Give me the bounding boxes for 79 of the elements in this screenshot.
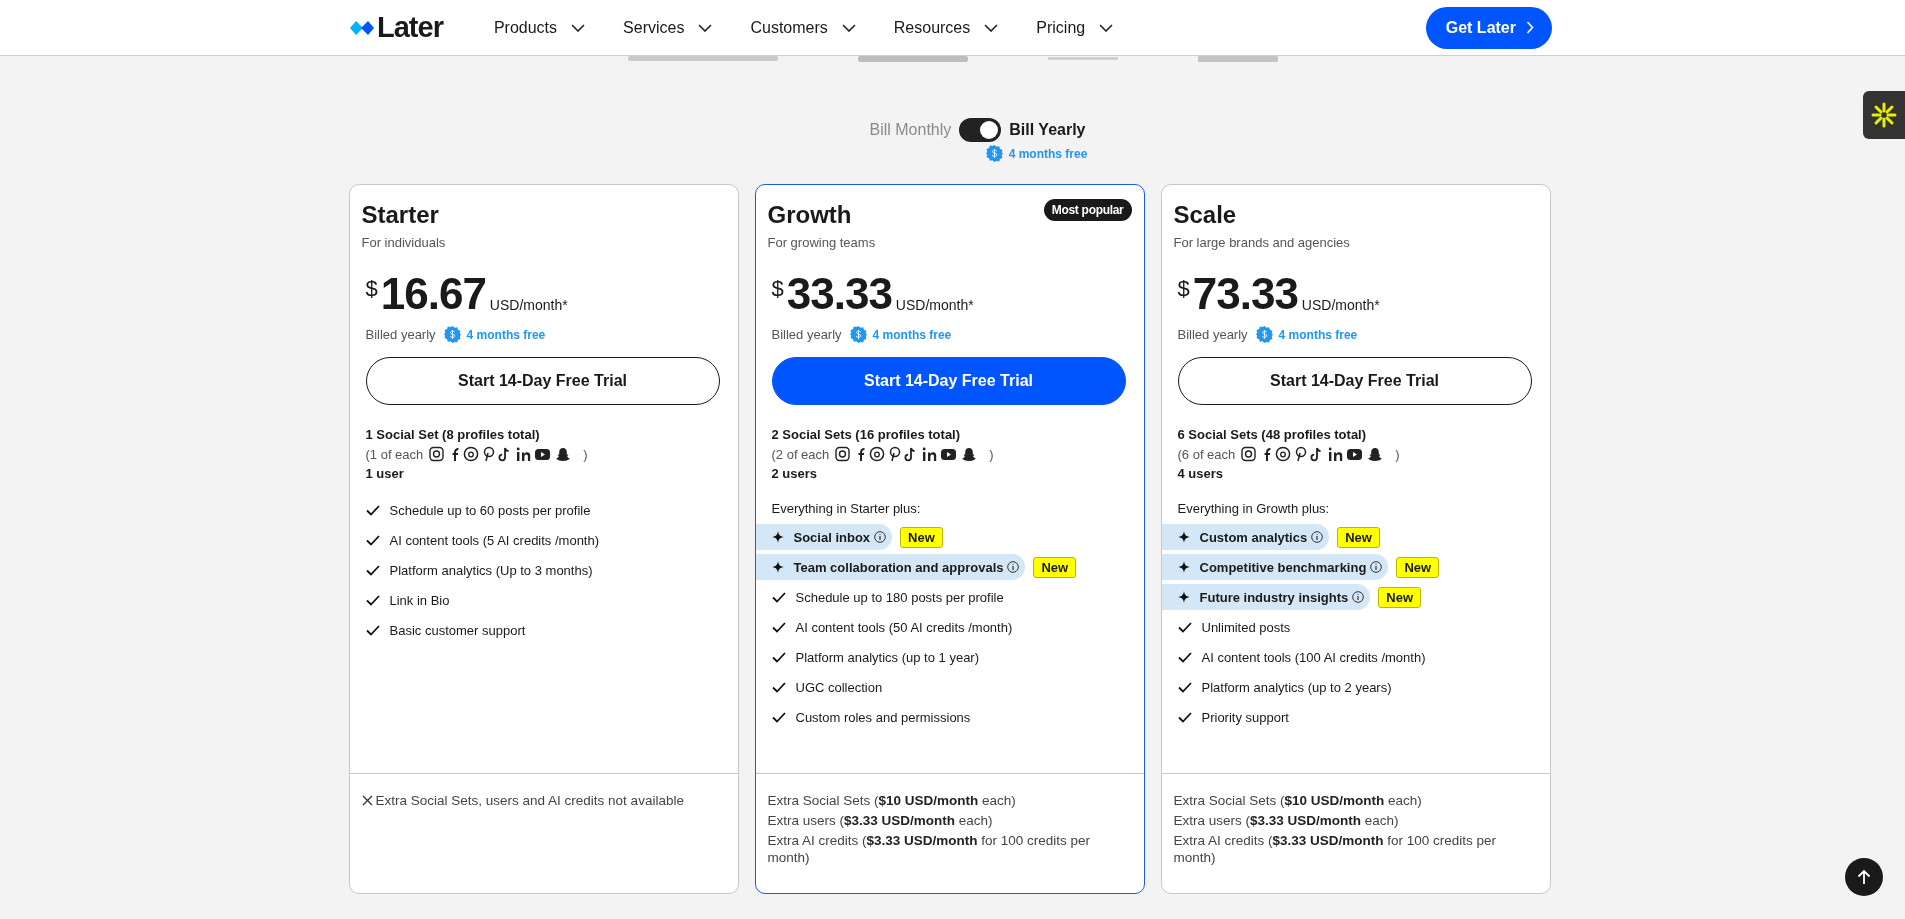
price-unit: USD/month* bbox=[489, 297, 568, 313]
feature-text: Platform analytics (up to 2 years) bbox=[1201, 679, 1392, 695]
extras-text: Extra Social Sets ($10 USD/month each) bbox=[1173, 792, 1423, 809]
feature-text: Social inbox bbox=[793, 529, 871, 545]
users-text: 1 user bbox=[365, 466, 405, 481]
promo-text: 4 months free bbox=[1278, 327, 1358, 342]
promo-text: 4 months free bbox=[466, 327, 546, 342]
currency-symbol: $ bbox=[365, 276, 378, 302]
nav-menu-item[interactable]: Products bbox=[474, 18, 605, 37]
plan-name: Starter bbox=[361, 201, 439, 229]
currency-symbol: $ bbox=[1177, 276, 1190, 302]
price-unit: USD/month* bbox=[1301, 297, 1380, 313]
feature-text: Unlimited posts bbox=[1201, 619, 1291, 635]
price-amount: 16.67 bbox=[380, 274, 486, 314]
feature-text: Platform analytics (up to 1 year) bbox=[795, 649, 980, 665]
nav-menu-item[interactable]: Customers bbox=[731, 18, 875, 37]
extras-text: Extra AI credits ($3.33 USD/month for 100 credits per month) bbox=[767, 832, 1092, 866]
extras-text: Extra Social Sets, users and AI credits not available bbox=[375, 792, 684, 809]
feature-text: Custom roles and permissions bbox=[795, 709, 971, 725]
social-sets-text: 2 Social Sets (16 profiles total) bbox=[771, 427, 962, 442]
networks-note: (6 of each bbox=[1177, 446, 1236, 462]
free-trial-button[interactable]: Start 14-Day Free Trial bbox=[771, 357, 1126, 405]
promo-text: 4 months free bbox=[1008, 146, 1088, 161]
feature-text: Schedule up to 180 posts per profile bbox=[795, 589, 1004, 605]
nav-menu-item[interactable]: Resources bbox=[874, 18, 1018, 37]
features-intro: Everything in Growth plus: bbox=[1177, 501, 1331, 516]
feature-text: Future industry insights bbox=[1199, 589, 1349, 605]
networks-note: (2 of each bbox=[771, 446, 830, 462]
get-later-button[interactable]: Get Later bbox=[1425, 6, 1552, 49]
nav-menu-item[interactable]: Pricing bbox=[1017, 18, 1133, 37]
plan-subtitle: For large brands and agencies bbox=[1173, 235, 1351, 250]
networks-close: ) bbox=[989, 446, 994, 462]
users-text: 2 users bbox=[771, 466, 819, 481]
social-sets-text: 1 Social Set (8 profiles total) bbox=[365, 427, 541, 442]
feature-text: AI content tools (5 AI credits /month) bbox=[389, 532, 600, 548]
currency-symbol: $ bbox=[771, 276, 784, 302]
feature-text: Team collaboration and approvals bbox=[793, 559, 1004, 575]
billing-note: Billed yearly bbox=[365, 327, 436, 342]
feature-text: Custom analytics bbox=[1199, 529, 1308, 545]
logo-text[interactable]: Later bbox=[377, 11, 443, 44]
networks-close: ) bbox=[583, 446, 588, 462]
plan-subtitle: For individuals bbox=[361, 235, 447, 250]
plan-name: Scale bbox=[1173, 201, 1237, 229]
extras-text: Extra Social Sets ($10 USD/month each) bbox=[767, 792, 1017, 809]
new-badge: New bbox=[1033, 556, 1077, 578]
plan-name: Growth bbox=[767, 201, 852, 229]
billing-note: Billed yearly bbox=[771, 327, 842, 342]
feature-text: Schedule up to 60 posts per profile bbox=[389, 502, 591, 518]
free-trial-button[interactable]: Start 14-Day Free Trial bbox=[365, 357, 720, 405]
feature-text: Competitive benchmarking bbox=[1199, 559, 1367, 575]
feature-text: UGC collection bbox=[795, 679, 883, 695]
users-text: 4 users bbox=[1177, 466, 1225, 481]
new-badge: New bbox=[1378, 586, 1422, 608]
price-amount: 73.33 bbox=[1192, 274, 1298, 314]
extras-text: Extra AI credits ($3.33 USD/month for 100 credits per month) bbox=[1173, 832, 1498, 866]
new-badge: New bbox=[1337, 526, 1380, 548]
feature-text: AI content tools (50 AI credits /month) bbox=[795, 619, 1013, 635]
new-badge: New bbox=[900, 526, 943, 548]
price-amount: 33.33 bbox=[786, 274, 892, 314]
new-badge: New bbox=[1396, 556, 1440, 578]
feature-text: Platform analytics (Up to 3 months) bbox=[389, 562, 593, 578]
free-trial-button[interactable]: Start 14-Day Free Trial bbox=[1177, 357, 1532, 405]
feature-text: Link in Bio bbox=[389, 592, 450, 608]
feature-text: Priority support bbox=[1201, 709, 1289, 725]
networks-note: (1 of each bbox=[365, 446, 424, 462]
feature-text: AI content tools (100 AI credits /month) bbox=[1201, 649, 1426, 665]
price-unit: USD/month* bbox=[895, 297, 974, 313]
extras-text: Extra users ($3.33 USD/month each) bbox=[767, 812, 994, 829]
promo-text: 4 months free bbox=[872, 327, 952, 342]
plan-subtitle: For growing teams bbox=[767, 235, 877, 250]
bill-yearly-label[interactable]: Bill Yearly bbox=[1009, 121, 1086, 139]
billing-note: Billed yearly bbox=[1177, 327, 1248, 342]
feature-text: Basic customer support bbox=[389, 622, 526, 638]
social-sets-text: 6 Social Sets (48 profiles total) bbox=[1177, 427, 1368, 442]
popular-badge: Most popular bbox=[1043, 199, 1132, 221]
networks-close: ) bbox=[1395, 446, 1400, 462]
features-intro: Everything in Starter plus: bbox=[771, 501, 922, 516]
extras-text: Extra users ($3.33 USD/month each) bbox=[1173, 812, 1400, 829]
nav-menu-item[interactable]: Services bbox=[604, 18, 732, 37]
